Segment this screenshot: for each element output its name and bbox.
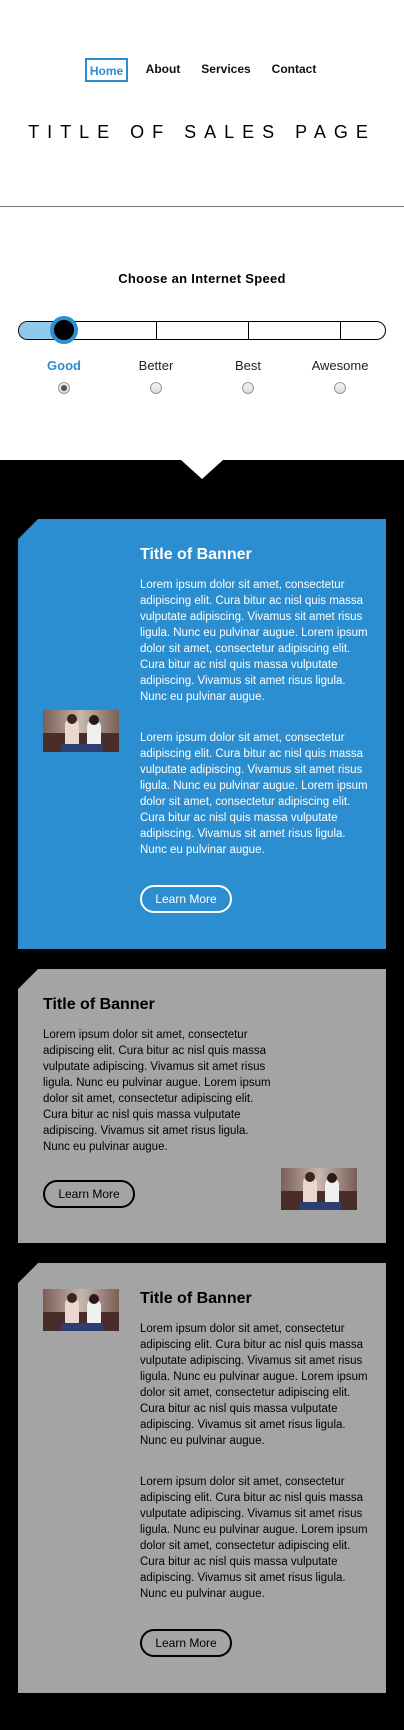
banner-title: Title of Banner xyxy=(140,546,252,563)
nav-home[interactable]: Home xyxy=(85,58,128,82)
page-title: TITLE OF SALES PAGE xyxy=(28,122,376,142)
speed-slider-divider xyxy=(156,322,157,339)
banner-gray-2: Title of Banner Lorem ipsum dolor sit am… xyxy=(18,1263,386,1693)
speed-label-best: Best xyxy=(234,358,261,373)
speed-label-awesome: Awesome xyxy=(311,358,369,373)
banner-title: Title of Banner xyxy=(43,996,155,1013)
banner-gray-1: Title of Banner Lorem ipsum dolor sit am… xyxy=(18,969,386,1243)
speed-slider-handle[interactable] xyxy=(50,316,78,344)
nav-contact[interactable]: Contact xyxy=(265,58,323,82)
corner-fold-cut xyxy=(18,519,38,539)
banner-paragraph: Lorem ipsum dolor sit amet, consectetur … xyxy=(43,1029,271,1153)
main-nav: Home About Services Contact xyxy=(0,58,404,84)
speed-radio-awesome[interactable] xyxy=(334,382,346,394)
speed-label-better: Better xyxy=(138,358,174,373)
speed-slider-divider xyxy=(248,322,249,339)
section-notch xyxy=(181,460,223,479)
corner-fold-cut xyxy=(18,1263,38,1283)
speed-radio-best[interactable] xyxy=(242,382,254,394)
banner-blue: Title of Banner Lorem ipsum dolor sit am… xyxy=(18,519,386,949)
learn-more-button[interactable]: Learn More xyxy=(43,1180,135,1208)
banner-image xyxy=(43,1289,119,1331)
banner-title: Title of Banner xyxy=(140,1290,252,1307)
header-divider xyxy=(0,206,404,207)
banner-image xyxy=(281,1168,357,1210)
corner-fold-cut xyxy=(18,969,38,989)
speed-label-good: Good xyxy=(47,358,81,373)
banner-paragraph: Lorem ipsum dolor sit amet, consectetur … xyxy=(140,732,368,856)
nav-about[interactable]: About xyxy=(140,58,186,82)
banner-paragraph: Lorem ipsum dolor sit amet, consectetur … xyxy=(140,579,368,703)
banner-image xyxy=(43,710,119,752)
speed-radio-good[interactable] xyxy=(58,382,70,394)
learn-more-button[interactable]: Learn More xyxy=(140,1629,232,1657)
nav-services[interactable]: Services xyxy=(196,58,256,82)
speed-title: Choose an Internet Speed xyxy=(118,271,286,286)
speed-slider-divider xyxy=(340,322,341,339)
banner-paragraph: Lorem ipsum dolor sit amet, consectetur … xyxy=(140,1476,368,1600)
banner-paragraph: Lorem ipsum dolor sit amet, consectetur … xyxy=(140,1323,368,1447)
learn-more-button[interactable]: Learn More xyxy=(140,885,232,913)
speed-radio-better[interactable] xyxy=(150,382,162,394)
